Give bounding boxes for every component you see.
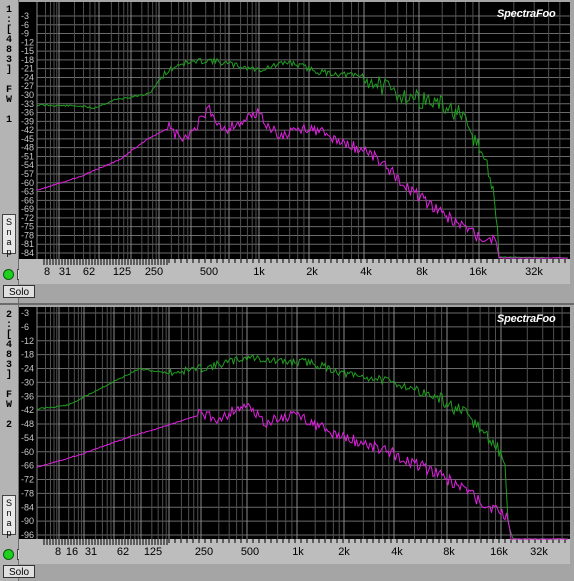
snap-button[interactable]: Snap [2, 214, 16, 257]
x-tick-label: 4k [360, 266, 372, 278]
y-tick-label: -48 [21, 419, 34, 429]
x-tick-label: 8 [44, 266, 50, 278]
y-tick-label: -18 [21, 350, 34, 360]
x-tick-label: 62 [83, 266, 95, 278]
analyzer-panel-1: 1:[483] FW 1 Snap ⁞ Solo -3-6-9-12-15-18… [0, 0, 574, 305]
active-led-icon[interactable] [3, 269, 14, 280]
x-tick-label: 31 [85, 546, 97, 558]
solo-button[interactable]: Solo [3, 565, 35, 578]
x-tick-label: 32k [525, 266, 543, 278]
x-tick-label: 2k [338, 546, 350, 558]
x-tick-label: 31 [59, 266, 71, 278]
x-tick-label: 8 [55, 546, 61, 558]
y-tick-label: -36 [21, 391, 34, 401]
x-tick-label: 1k [292, 546, 304, 558]
spectrum-plot: -3-6-9-12-15-18-21-24-27-30-33-36-39-42-… [19, 2, 570, 284]
x-tick-label: 2k [306, 266, 318, 278]
x-tick-label: 32k [530, 546, 548, 558]
y-tick-label: -12 [21, 336, 34, 346]
x-tick-label: 500 [200, 266, 218, 278]
y-tick-label: -54 [21, 433, 34, 443]
y-tick-label: -84 [21, 248, 34, 258]
x-tick-label: 16k [490, 546, 508, 558]
x-tick-label: 4k [391, 546, 403, 558]
y-tick-label: -60 [21, 447, 34, 457]
spectrafoo-logo: SpectraFoo [497, 8, 556, 20]
plot-background [19, 307, 570, 539]
x-tick-label: 500 [241, 546, 259, 558]
y-tick-label: -30 [21, 377, 34, 387]
panel-sidebar: 2:[483] FW 2 Snap ⁞ [0, 305, 28, 581]
y-tick-label: -72 [21, 475, 34, 485]
y-tick-label: -42 [21, 405, 34, 415]
spectrafoo-logo: SpectraFoo [497, 313, 556, 325]
channel-label: 2:[4 8 3] FW 2 [5, 310, 12, 431]
x-tick-label: 250 [195, 546, 213, 558]
x-tick-label: 16 [66, 546, 78, 558]
x-tick-label: 62 [117, 546, 129, 558]
x-tick-label: 16k [469, 266, 487, 278]
spectrum-plot: -3 -6 -12 -18 -24 -30 -36 -42 -48 -54 -60 -66 -72 -78… [19, 307, 570, 564]
y-tick-label: -24 [21, 364, 34, 374]
x-tick-label: 250 [145, 266, 163, 278]
y-tick-label: -3 [21, 308, 29, 318]
y-tick-label: -84 [21, 502, 34, 512]
solo-button[interactable]: Solo [3, 285, 35, 298]
y-tick-label: -96 [21, 530, 34, 540]
panel-sidebar: 1:[483] FW 1 Snap ⁞ [0, 0, 28, 303]
snap-button[interactable]: Snap [2, 495, 16, 538]
y-tick-label: -6 [21, 322, 29, 332]
analyzer-panel-2: 2:[483] FW 2 Snap ⁞ Solo -3-6-12-18-24-3… [0, 305, 574, 581]
channel-label: 1:[4 8 3] FW 1 [5, 5, 12, 126]
y-tick-label: -90 [21, 516, 34, 526]
x-tick-label: 8k [443, 546, 455, 558]
y-tick-label: -66 [21, 461, 34, 471]
active-led-icon[interactable] [3, 549, 14, 560]
x-tick-label: 125 [113, 266, 131, 278]
y-tick-label: -78 [21, 488, 34, 498]
x-tick-label: 125 [144, 546, 162, 558]
x-tick-label: 8k [416, 266, 428, 278]
x-tick-label: 1k [253, 266, 265, 278]
